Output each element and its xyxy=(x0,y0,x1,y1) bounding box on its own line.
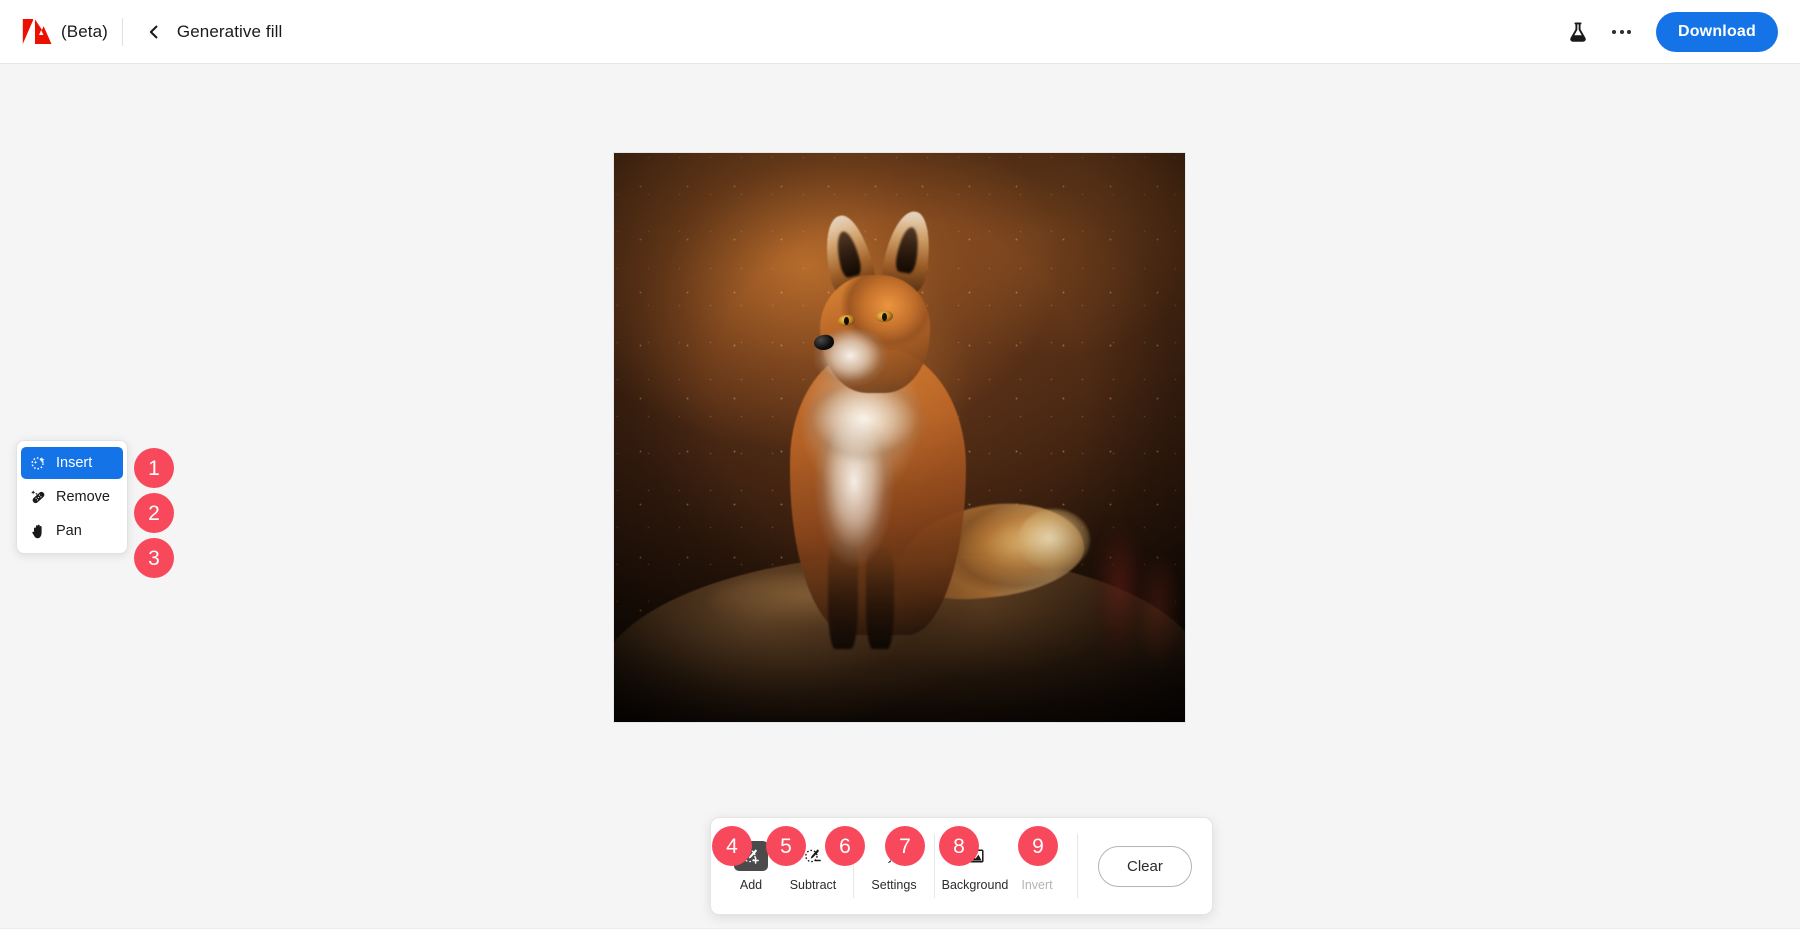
flask-icon xyxy=(1570,21,1586,42)
toolbar-button-label: Add xyxy=(739,877,763,892)
experiments-button[interactable] xyxy=(1558,12,1598,52)
toolbar-group-clear: Clear xyxy=(1078,818,1212,914)
badge-7: 7 xyxy=(885,826,925,866)
tool-item-remove[interactable]: Remove xyxy=(21,481,123,513)
canvas-stage[interactable]: Insert Remove Pan 1 2 3 Add Subtract Set… xyxy=(0,64,1800,945)
download-button[interactable]: Download xyxy=(1655,11,1778,52)
tool-item-label: Pan xyxy=(56,523,82,539)
tool-item-pan[interactable]: Pan xyxy=(21,515,123,547)
page-title: Generative fill xyxy=(176,21,283,41)
tool-item-insert[interactable]: Insert xyxy=(21,447,123,479)
header-divider xyxy=(121,17,123,46)
toolbar-button-label: Subtract xyxy=(789,877,837,892)
hand-pan-icon xyxy=(30,523,47,540)
image-canvas[interactable] xyxy=(614,153,1185,722)
badge-2: 2 xyxy=(134,493,174,533)
clear-button[interactable]: Clear xyxy=(1098,845,1192,887)
magic-wand-sparkle-icon xyxy=(30,455,47,472)
tool-item-label: Insert xyxy=(56,455,93,471)
app-header: (Beta) Generative fill Download xyxy=(0,0,1800,64)
bottom-strip xyxy=(0,928,1800,945)
toolbar-button-label: Background xyxy=(941,877,1009,892)
badge-6: 6 xyxy=(825,826,865,866)
more-options-button[interactable] xyxy=(1602,12,1642,52)
toolbar-button-label: Invert xyxy=(1021,877,1053,892)
badge-3: 3 xyxy=(134,538,174,578)
tool-item-label: Remove xyxy=(56,489,110,505)
badge-9: 9 xyxy=(1018,826,1058,866)
more-options-icon xyxy=(1612,29,1632,34)
badge-8: 8 xyxy=(939,826,979,866)
badge-1: 1 xyxy=(134,448,174,488)
badge-5: 5 xyxy=(766,826,806,866)
chevron-left-icon xyxy=(149,25,158,38)
bandage-heal-icon xyxy=(30,489,47,506)
artwork-vignette xyxy=(614,153,1185,722)
header-right-cluster: Download xyxy=(1558,11,1778,52)
toolbar-button-label: Settings xyxy=(871,877,917,892)
badge-4: 4 xyxy=(712,826,752,866)
back-button[interactable] xyxy=(137,15,171,49)
header-left-cluster: (Beta) Generative fill xyxy=(22,15,282,49)
tool-mode-panel: Insert Remove Pan xyxy=(16,440,128,554)
beta-label: (Beta) xyxy=(61,21,108,41)
adobe-logo xyxy=(22,19,52,44)
